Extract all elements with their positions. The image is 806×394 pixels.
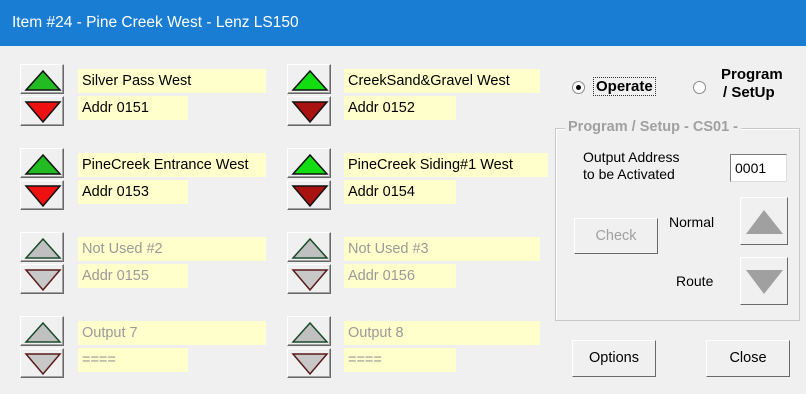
- triangle-down-outline-icon: [291, 269, 329, 292]
- normal-label: Normal: [669, 214, 715, 230]
- triangle-up-icon: [24, 69, 62, 91]
- check-button[interactable]: Check: [574, 218, 658, 254]
- operate-label[interactable]: Operate: [593, 77, 656, 96]
- turnout-addr-2: Addr 0152: [344, 96, 456, 120]
- turnout-addr-3: Addr 0153: [78, 180, 188, 204]
- triangle-up-outline-icon: [24, 237, 62, 259]
- triangle-up-icon: [24, 153, 62, 175]
- turnout-name-3: PineCreek Entrance West: [78, 153, 266, 177]
- turnout-addr-4: Addr 0154: [344, 180, 456, 204]
- throw-down-button-3[interactable]: [20, 180, 64, 210]
- throw-down-button-8[interactable]: [287, 348, 331, 378]
- output-address-label-line2: to be Activated: [583, 166, 675, 182]
- triangle-up-outline-icon: [291, 321, 329, 343]
- route-button[interactable]: [740, 257, 788, 305]
- triangle-up-icon: [291, 153, 329, 175]
- program-label-line2[interactable]: / SetUp: [723, 84, 775, 101]
- throw-up-button-8[interactable]: [287, 316, 331, 346]
- turnout-addr-1: Addr 0151: [78, 96, 188, 120]
- turnout-name-4: PineCreek Siding#1 West: [344, 153, 548, 177]
- output-address-field[interactable]: 0001: [730, 154, 787, 182]
- throw-up-button-7[interactable]: [20, 316, 64, 346]
- triangle-down-icon: [291, 185, 329, 208]
- turnout-name-6: Not Used #3: [344, 237, 540, 261]
- triangle-down-outline-icon: [24, 269, 62, 292]
- triangle-up-icon: [746, 210, 783, 234]
- throw-up-button-2[interactable]: [287, 64, 331, 94]
- throw-down-button-6[interactable]: [287, 264, 331, 294]
- throw-up-button-1[interactable]: [20, 64, 64, 94]
- turnout-addr-6: Addr 0156: [344, 264, 456, 288]
- options-button[interactable]: Options: [572, 340, 656, 377]
- throw-up-button-6[interactable]: [287, 232, 331, 262]
- turnout-name-5: Not Used #2: [78, 237, 266, 261]
- turnout-name-1: Silver Pass West: [78, 69, 266, 93]
- turnout-addr-8: ====: [344, 348, 456, 372]
- radio-selected-dot: [576, 85, 581, 90]
- throw-down-button-1[interactable]: [20, 96, 64, 126]
- program-setup-radio[interactable]: [693, 81, 706, 94]
- throw-down-button-5[interactable]: [20, 264, 64, 294]
- triangle-down-icon: [291, 101, 329, 124]
- triangle-down-icon: [24, 185, 62, 208]
- turnout-name-8: Output 8: [344, 321, 540, 345]
- turnout-name-2: CreekSand&Gravel West: [344, 69, 540, 93]
- turnout-addr-5: Addr 0155: [78, 264, 188, 288]
- triangle-up-outline-icon: [291, 237, 329, 259]
- output-address-label-line1: Output Address: [583, 149, 680, 165]
- throw-down-button-7[interactable]: [20, 348, 64, 378]
- program-label-line1[interactable]: Program: [721, 66, 783, 83]
- window-title: Item #24 - Pine Creek West - Lenz LS150: [0, 0, 806, 46]
- turnout-name-7: Output 7: [78, 321, 266, 345]
- close-button[interactable]: Close: [706, 340, 790, 377]
- normal-button[interactable]: [740, 197, 788, 245]
- throw-up-button-5[interactable]: [20, 232, 64, 262]
- route-label: Route: [676, 273, 714, 289]
- triangle-down-outline-icon: [24, 353, 62, 376]
- triangle-up-icon: [291, 69, 329, 91]
- program-setup-group-title: Program / Setup - CS01 -: [565, 119, 742, 135]
- throw-down-button-2[interactable]: [287, 96, 331, 126]
- triangle-up-outline-icon: [24, 321, 62, 343]
- triangle-down-icon: [24, 101, 62, 124]
- throw-down-button-4[interactable]: [287, 180, 331, 210]
- triangle-down-icon: [746, 270, 783, 294]
- throw-up-button-4[interactable]: [287, 148, 331, 178]
- throw-up-button-3[interactable]: [20, 148, 64, 178]
- triangle-down-outline-icon: [291, 353, 329, 376]
- turnout-addr-7: ====: [78, 348, 188, 372]
- operate-radio[interactable]: [572, 81, 585, 94]
